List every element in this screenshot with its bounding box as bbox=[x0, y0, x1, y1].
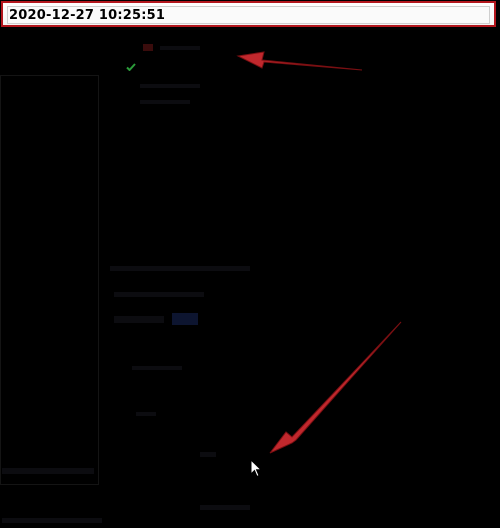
annotation-arrows bbox=[236, 51, 402, 454]
mouse-pointer-icon bbox=[250, 459, 262, 478]
upper-arrow bbox=[236, 51, 363, 71]
lower-arrow bbox=[269, 321, 402, 454]
